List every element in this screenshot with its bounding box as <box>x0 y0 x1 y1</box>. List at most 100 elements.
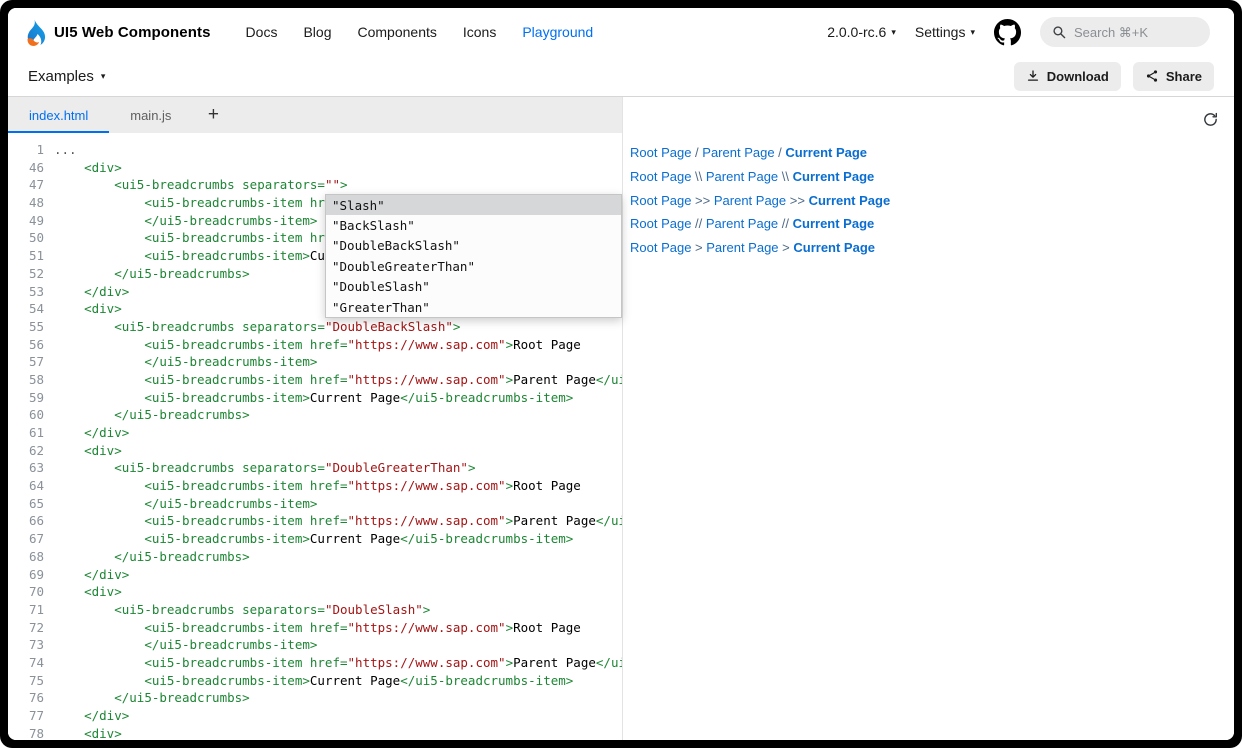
line-number: 69 <box>8 566 54 584</box>
breadcrumb-separator: // <box>778 216 792 231</box>
autocomplete-item[interactable]: "DoubleGreaterThan" <box>326 256 621 276</box>
examples-label: Examples <box>28 68 94 85</box>
version-label: 2.0.0-rc.6 <box>827 24 886 40</box>
code-line[interactable]: 70 <div> <box>8 583 622 601</box>
line-number: 71 <box>8 601 54 619</box>
code-line[interactable]: 74 <ui5-breadcrumbs-item href="https://w… <box>8 654 622 672</box>
top-nav-right: 2.0.0-rc.6 ▾ Settings ▾ <box>827 17 1210 47</box>
code-line[interactable]: 55 <ui5-breadcrumbs separators="DoubleBa… <box>8 318 622 336</box>
chevron-down-icon: ▾ <box>891 28 896 37</box>
nav-link-docs[interactable]: Docs <box>233 18 291 46</box>
code-line[interactable]: 68 </ui5-breadcrumbs> <box>8 548 622 566</box>
github-link[interactable] <box>994 19 1021 46</box>
code-line[interactable]: 76 </ui5-breadcrumbs> <box>8 689 622 707</box>
line-number: 46 <box>8 159 54 177</box>
line-number: 1 <box>8 141 54 159</box>
breadcrumb-current: Current Page <box>793 169 875 184</box>
autocomplete-item[interactable]: "Slash" <box>326 195 621 215</box>
code-line[interactable]: 75 <ui5-breadcrumbs-item>Current Page</u… <box>8 672 622 690</box>
code-line[interactable]: 64 <ui5-breadcrumbs-item href="https://w… <box>8 477 622 495</box>
code-line[interactable]: 72 <ui5-breadcrumbs-item href="https://w… <box>8 619 622 637</box>
breadcrumb-link[interactable]: Parent Page <box>706 169 778 184</box>
breadcrumb-separator: \\ <box>691 169 705 184</box>
code-line[interactable]: 1... <box>8 141 622 159</box>
breadcrumb-link[interactable]: Root Page <box>630 193 691 208</box>
line-number: 52 <box>8 265 54 283</box>
breadcrumb-link[interactable]: Parent Page <box>706 240 778 255</box>
code-line[interactable]: 57 </ui5-breadcrumbs-item> <box>8 353 622 371</box>
main-nav: DocsBlogComponentsIconsPlayground <box>233 18 607 46</box>
breadcrumb-link[interactable]: Root Page <box>630 145 691 160</box>
add-tab-button[interactable]: + <box>192 97 234 133</box>
line-number: 73 <box>8 636 54 654</box>
tab-main-js[interactable]: main.js <box>109 97 192 133</box>
breadcrumbs-preview: Root Page / Parent Page / Current Page Ro… <box>623 141 1234 259</box>
line-number: 48 <box>8 194 54 212</box>
code-line[interactable]: 77 </div> <box>8 707 622 725</box>
breadcrumb-separator: >> <box>786 193 808 208</box>
nav-link-icons[interactable]: Icons <box>450 18 509 46</box>
nav-link-components[interactable]: Components <box>344 18 449 46</box>
code-line[interactable]: 61 </div> <box>8 424 622 442</box>
download-button[interactable]: Download <box>1014 62 1121 91</box>
search-input[interactable] <box>1074 25 1184 40</box>
breadcrumb-link[interactable]: Parent Page <box>714 193 786 208</box>
breadcrumb-link[interactable]: Root Page <box>630 240 691 255</box>
autocomplete-item[interactable]: "DoubleBackSlash" <box>326 236 621 256</box>
settings-dropdown[interactable]: Settings ▾ <box>915 24 975 40</box>
code-line[interactable]: 71 <ui5-breadcrumbs separators="DoubleSl… <box>8 601 622 619</box>
line-number: 54 <box>8 300 54 318</box>
code-line[interactable]: 47 <ui5-breadcrumbs separators=""> <box>8 176 622 194</box>
line-number: 77 <box>8 707 54 725</box>
autocomplete-item[interactable]: "BackSlash" <box>326 215 621 235</box>
breadcrumb-link[interactable]: Parent Page <box>706 216 778 231</box>
breadcrumb-separator: // <box>691 216 705 231</box>
breadcrumb-separator: > <box>779 240 794 255</box>
line-number: 72 <box>8 619 54 637</box>
line-number: 60 <box>8 406 54 424</box>
code-line[interactable]: 56 <ui5-breadcrumbs-item href="https://w… <box>8 336 622 354</box>
breadcrumb-link[interactable]: Root Page <box>630 169 691 184</box>
line-number: 59 <box>8 389 54 407</box>
version-dropdown[interactable]: 2.0.0-rc.6 ▾ <box>827 24 896 40</box>
breadcrumb-separator: / <box>775 145 786 160</box>
code-line[interactable]: 78 <div> <box>8 725 622 740</box>
code-line[interactable]: 65 </ui5-breadcrumbs-item> <box>8 495 622 513</box>
editor-pane: index.htmlmain.js + 1...46 <div>47 <ui5-… <box>8 97 623 740</box>
code-line[interactable]: 63 <ui5-breadcrumbs separators="DoubleGr… <box>8 459 622 477</box>
download-icon <box>1026 69 1040 83</box>
code-line[interactable]: 69 </div> <box>8 566 622 584</box>
code-line[interactable]: 62 <div> <box>8 442 622 460</box>
preview-pane: Root Page / Parent Page / Current Page Ro… <box>623 97 1234 740</box>
code-line[interactable]: 58 <ui5-breadcrumbs-item href="https://w… <box>8 371 622 389</box>
tab-index-html[interactable]: index.html <box>8 97 109 133</box>
autocomplete-item[interactable]: "DoubleSlash" <box>326 277 621 297</box>
code-line[interactable]: 67 <ui5-breadcrumbs-item>Current Page</u… <box>8 530 622 548</box>
examples-dropdown[interactable]: Examples ▾ <box>28 68 105 85</box>
line-number: 62 <box>8 442 54 460</box>
nav-link-playground[interactable]: Playground <box>509 18 606 46</box>
top-nav: UI5 Web Components DocsBlogComponentsIco… <box>8 8 1234 56</box>
autocomplete-item[interactable]: "GreaterThan" <box>326 297 621 317</box>
settings-label: Settings <box>915 24 966 40</box>
line-number: 64 <box>8 477 54 495</box>
breadcrumb-current: Current Page <box>809 193 891 208</box>
breadcrumb-link[interactable]: Root Page <box>630 216 691 231</box>
code-line[interactable]: 59 <ui5-breadcrumbs-item>Current Page</u… <box>8 389 622 407</box>
line-number: 58 <box>8 371 54 389</box>
refresh-button[interactable] <box>1200 109 1221 130</box>
line-number: 56 <box>8 336 54 354</box>
line-number: 74 <box>8 654 54 672</box>
breadcrumb-link[interactable]: Parent Page <box>702 145 774 160</box>
code-line[interactable]: 60 </ui5-breadcrumbs> <box>8 406 622 424</box>
code-line[interactable]: 73 </ui5-breadcrumbs-item> <box>8 636 622 654</box>
code-line[interactable]: 66 <ui5-breadcrumbs-item href="https://w… <box>8 512 622 530</box>
refresh-icon <box>1202 111 1219 128</box>
code-line[interactable]: 46 <div> <box>8 159 622 177</box>
line-number: 76 <box>8 689 54 707</box>
breadcrumb-separator: / <box>691 145 702 160</box>
line-number: 61 <box>8 424 54 442</box>
brand[interactable]: UI5 Web Components <box>20 19 211 46</box>
nav-link-blog[interactable]: Blog <box>290 18 344 46</box>
share-button[interactable]: Share <box>1133 62 1214 91</box>
